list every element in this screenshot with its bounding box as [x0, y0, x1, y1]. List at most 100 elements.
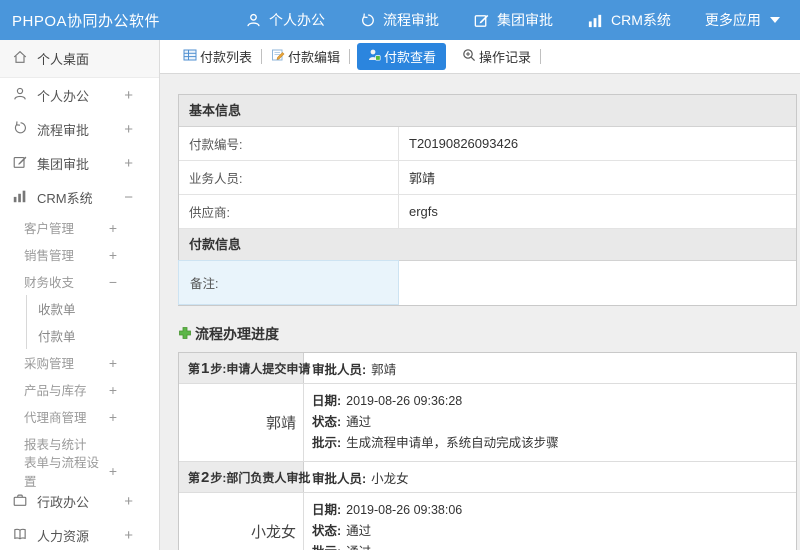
table-row: 郭靖 日期: 2019-08-26 09:36:28 状态: 通过 批示: 生成流程申… [179, 384, 796, 462]
sidebar: 个人桌面 个人办公 + 流程审批 + 集团审批 + CRM系统 − 客户管理 +… [0, 40, 160, 550]
expand-icon[interactable]: + [124, 527, 133, 544]
home-icon [12, 49, 28, 68]
sidebar-item-label: 产品与库存 [24, 384, 87, 398]
user-icon [12, 86, 28, 105]
table-row: 业务人员: 郭靖 [179, 161, 796, 195]
expand-icon[interactable]: + [109, 247, 117, 263]
tab-payment-list[interactable]: 付款列表 [174, 47, 261, 66]
sidebar-item-receipt-order[interactable]: 收款单 [0, 295, 159, 322]
sidebar-item-products-inventory[interactable]: 产品与库存 + [0, 376, 159, 403]
table-row: 供应商: ergfs [179, 195, 796, 229]
book-icon [12, 526, 28, 545]
step-status: 状态: 通过 [312, 415, 372, 429]
sidebar-item-label: 付款单 [38, 330, 76, 344]
briefcase-icon [12, 492, 28, 511]
sidebar-item-personal-office[interactable]: 个人办公 + [0, 78, 159, 112]
sidebar-item-label: 收款单 [38, 303, 76, 317]
field-label-note: 备注: [178, 260, 399, 305]
nav-workflow-approval[interactable]: 流程审批 [359, 10, 439, 30]
sidebar-item-form-flow-settings[interactable]: 表单与流程设置 + [0, 456, 159, 489]
approver-signature: 郭靖 [179, 384, 304, 461]
user-icon [245, 12, 262, 29]
sidebar-item-label: CRM系统 [37, 190, 93, 206]
chart-icon [587, 12, 604, 29]
section-header-payment-info: 付款信息 [179, 229, 796, 261]
tab-label: 付款列表 [200, 50, 253, 65]
sidebar-item-label: 表单与流程设置 [24, 455, 100, 489]
sidebar-item-label: 个人办公 [37, 88, 90, 104]
chart-icon [12, 188, 28, 207]
sidebar-item-workflow-approval[interactable]: 流程审批 + [0, 112, 159, 146]
approver-name: 郭靖 [371, 362, 397, 377]
collapse-icon[interactable]: − [124, 189, 133, 206]
step-status: 状态: 通过 [312, 524, 372, 538]
expand-icon[interactable]: + [109, 382, 117, 398]
step-date: 日期: 2019-08-26 09:38:06 [312, 503, 463, 517]
flow-icon [12, 120, 28, 139]
expand-icon[interactable]: + [109, 220, 117, 236]
sidebar-item-sales-mgmt[interactable]: 销售管理 + [0, 241, 159, 268]
table-row: 小龙女 日期:2019-08-26 09:38:06 状态:通过 批示:通过 [179, 493, 796, 550]
table-row: 第 2 步:部门负责人审批 审批人员: 小龙女 [179, 462, 796, 493]
expand-icon[interactable]: + [124, 121, 133, 138]
sidebar-item-customer-mgmt[interactable]: 客户管理 + [0, 214, 159, 241]
sidebar-item-label: 流程审批 [37, 122, 90, 138]
expand-icon[interactable]: + [109, 463, 117, 479]
expand-icon[interactable]: + [124, 155, 133, 172]
nav-crm-system[interactable]: CRM系统 [587, 10, 671, 30]
nav-personal-office[interactable]: 个人办公 [245, 10, 325, 30]
collapse-icon[interactable]: − [109, 274, 117, 290]
process-progress-title: 流程办理进度 [195, 326, 279, 342]
field-value-note [399, 261, 796, 305]
nav-more-apps[interactable]: 更多应用 [705, 10, 780, 30]
sidebar-item-purchase-mgmt[interactable]: 采购管理 + [0, 349, 159, 376]
main-area: 付款列表 付款编辑 付款查看 操作记录 基本信息 付款编号: T20190826… [160, 40, 800, 550]
section-header-basic-info: 基本信息 [179, 95, 796, 127]
tab-label: 付款查看 [384, 50, 437, 65]
nav-label: 流程审批 [383, 12, 440, 28]
approver-label: 审批人员: [312, 362, 367, 377]
basic-info-panel: 基本信息 付款编号: T20190826093426 业务人员: 郭靖 供应商:… [178, 94, 797, 306]
sidebar-item-hr[interactable]: 人力资源 + [0, 518, 159, 550]
field-label-supplier: 供应商: [179, 195, 399, 228]
expand-icon[interactable]: + [109, 409, 117, 425]
sidebar-item-label: 财务收支 [24, 276, 75, 290]
tab-payment-view[interactable]: 付款查看 [357, 43, 447, 70]
tab-operation-log[interactable]: 操作记录 [453, 47, 540, 66]
nav-group-approval[interactable]: 集团审批 [473, 10, 553, 30]
step-title: 第 2 步:部门负责人审批 [179, 462, 310, 492]
approver-label: 审批人员: [312, 471, 367, 486]
table-row: 付款编号: T20190826093426 [179, 127, 796, 161]
sidebar-item-agent-mgmt[interactable]: 代理商管理 + [0, 403, 159, 430]
tab-separator [349, 49, 351, 64]
sidebar-item-label: 客户管理 [24, 222, 75, 236]
tab-payment-edit[interactable]: 付款编辑 [262, 47, 349, 66]
sidebar-item-desktop[interactable]: 个人桌面 [0, 40, 159, 78]
field-value-business-person: 郭靖 [409, 171, 436, 186]
nav-label: 集团审批 [497, 12, 554, 28]
edit-icon [473, 12, 490, 29]
field-label-business-person: 业务人员: [179, 161, 399, 194]
sidebar-item-label: 代理商管理 [24, 411, 87, 425]
expand-icon[interactable]: + [124, 493, 133, 510]
field-value-payment-number: T20190826093426 [409, 136, 519, 151]
nav-label: 更多应用 [704, 12, 761, 28]
process-table: 第 1 步:申请人提交申请 审批人员: 郭靖 郭靖 日期: 2019-08-26 09… [178, 352, 797, 550]
process-progress-heading: 流程办理进度 [178, 324, 800, 344]
edit-icon [12, 154, 28, 173]
step-approver: 审批人员: 郭靖 [304, 353, 796, 383]
sidebar-item-payment-order[interactable]: 付款单 [0, 322, 159, 349]
sidebar-item-crm[interactable]: CRM系统 − [0, 180, 159, 214]
sidebar-item-label: 行政办公 [37, 494, 90, 510]
sidebar-item-label: 销售管理 [24, 249, 75, 263]
field-label-payment-number: 付款编号: [179, 127, 399, 160]
step-detail: 日期: 2019-08-26 09:36:28 状态: 通过 批示: 生成流程申请单，… [304, 384, 796, 461]
sidebar-item-label: 集团审批 [37, 156, 90, 172]
step-date: 日期: 2019-08-26 09:36:28 [312, 394, 463, 408]
expand-icon[interactable]: + [124, 87, 133, 104]
sidebar-item-finance[interactable]: 财务收支 − [0, 268, 159, 295]
step-title: 第 1 步:申请人提交申请 [179, 353, 310, 383]
table-icon [183, 48, 197, 65]
expand-icon[interactable]: + [109, 355, 117, 371]
sidebar-item-group-approval[interactable]: 集团审批 + [0, 146, 159, 180]
